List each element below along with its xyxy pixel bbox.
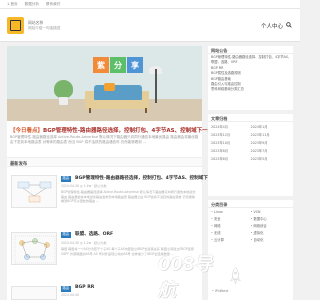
top-link-contact[interactable]: 联系我们 <box>46 2 60 7</box>
top-link-analytics[interactable]: 数据分析 <box>25 2 39 7</box>
archive-link[interactable]: 2023年10月 <box>211 139 251 147</box>
plant-icon <box>54 80 73 98</box>
post-thumbnail[interactable] <box>11 286 57 300</box>
banner-tile: 紫 <box>93 57 109 73</box>
category-link[interactable]: 虚拟化 <box>251 230 291 237</box>
category-link[interactable]: Linux <box>211 209 251 216</box>
archive-link[interactable]: 2023年7月 <box>251 147 291 155</box>
post-title[interactable]: BGP RR <box>75 285 94 290</box>
post-category-badge[interactable]: 路由 <box>61 232 71 238</box>
watermark-text: 008导航 <box>158 254 212 300</box>
site-description: 网站介绍一句话描述 <box>28 26 61 30</box>
top-nav-bar: 1.首页 数据分析 联系我们 <box>0 0 300 9</box>
widget-title: 分类目录 <box>208 200 293 208</box>
watermark: 008导航 <box>158 254 242 300</box>
recent-post-link[interactable]: 思科网络基础分类汇总 <box>211 87 290 92</box>
rocket-icon <box>229 267 242 285</box>
section-title-latest: 最新发布 <box>7 157 202 167</box>
widget-archive: 文章归档 2024年4月 2024年1月 2023年12月 2023年11月 2… <box>208 114 293 196</box>
post-thumbnail[interactable] <box>11 175 57 208</box>
category-link[interactable]: 数据中心 <box>251 216 291 223</box>
category-link[interactable]: 云计算 <box>211 237 251 244</box>
category-link[interactable]: 安全 <box>211 216 251 223</box>
banner-tile: 享 <box>127 57 143 73</box>
archive-link[interactable]: 2024年1月 <box>251 123 291 131</box>
search-icon[interactable] <box>286 22 292 30</box>
user-center-link[interactable]: 个人中心 <box>261 22 283 30</box>
featured-title-text[interactable]: BGP管理特性-路由器路径选择，控制打包、4字节AS、控制域下一跳选代 <box>43 128 224 134</box>
post-title[interactable]: 联盟、选路、ORF <box>75 231 113 237</box>
category-link[interactable]: VCN <box>251 209 291 216</box>
post-meta: 2024-04-30 ◎ 1.4w · 默认分类 <box>61 184 107 188</box>
post-thumbnail[interactable] <box>11 232 57 265</box>
banner-image[interactable]: 紫 分 享 <box>7 46 202 121</box>
post-category-badge[interactable]: 路由 <box>61 176 71 182</box>
post-meta: 2024-04-30 <box>61 293 79 297</box>
archive-link[interactable]: 2023年11月 <box>251 131 291 139</box>
widget-recent-posts: 网站公告 BGP管理特性-路由器路径选择、控制打包、4字节AS、控 联盟、选路、… <box>208 46 293 110</box>
category-link[interactable]: 自动化 <box>251 237 291 244</box>
archive-link[interactable]: 2023年9月 <box>251 139 291 147</box>
archive-link[interactable]: 2023年8月 <box>211 147 251 155</box>
post-excerpt: BGP管理特性-路由器路径选择 Active-Route-Advertise 默… <box>61 190 196 204</box>
category-link[interactable]: 网络综合 <box>251 223 291 230</box>
category-link[interactable]: 网络 <box>211 223 251 230</box>
user-menu[interactable]: 个人中心 <box>261 22 292 30</box>
featured-excerpt: BGP管理特性-路由器路径选择 Active-Route-Advertise 默… <box>10 135 199 145</box>
widget-title: 文章归档 <box>208 114 293 122</box>
post-title[interactable]: BGP管理特性-路由器路径选择，控制打包、4字节AS、控制域下一跳选代 <box>75 175 226 181</box>
site-header: 网站名称 网站介绍一句话描述 个人中心 <box>0 9 300 42</box>
post-category-badge[interactable]: 路由 <box>61 286 71 292</box>
archive-link[interactable]: 2024年4月 <box>211 123 251 131</box>
post-meta: 2024-04-30 ◎ 1.2w · 默认分类 <box>61 241 107 245</box>
banner-tile: 分 <box>110 57 126 73</box>
top-link-home[interactable]: 1.首页 <box>7 2 18 7</box>
archive-link[interactable]: 2023年12月 <box>211 131 251 139</box>
archive-link[interactable]: 2023年6月 <box>211 155 251 163</box>
featured-post-title[interactable]: 【今日看点】BGP管理特性-路由器路径选择，控制打包、4字节AS、控制域下一跳选… <box>10 126 224 134</box>
category-link[interactable]: 无线 <box>211 230 251 237</box>
widget-title: 网站公告 <box>208 46 293 54</box>
featured-prefix: 【今日看点】 <box>10 128 44 134</box>
post-item[interactable]: 路由 BGP管理特性-路由器路径选择，控制打包、4字节AS、控制域下一跳选代 2… <box>7 170 226 222</box>
archive-link[interactable]: 2023年5月 <box>251 155 291 163</box>
site-logo[interactable] <box>7 17 24 34</box>
